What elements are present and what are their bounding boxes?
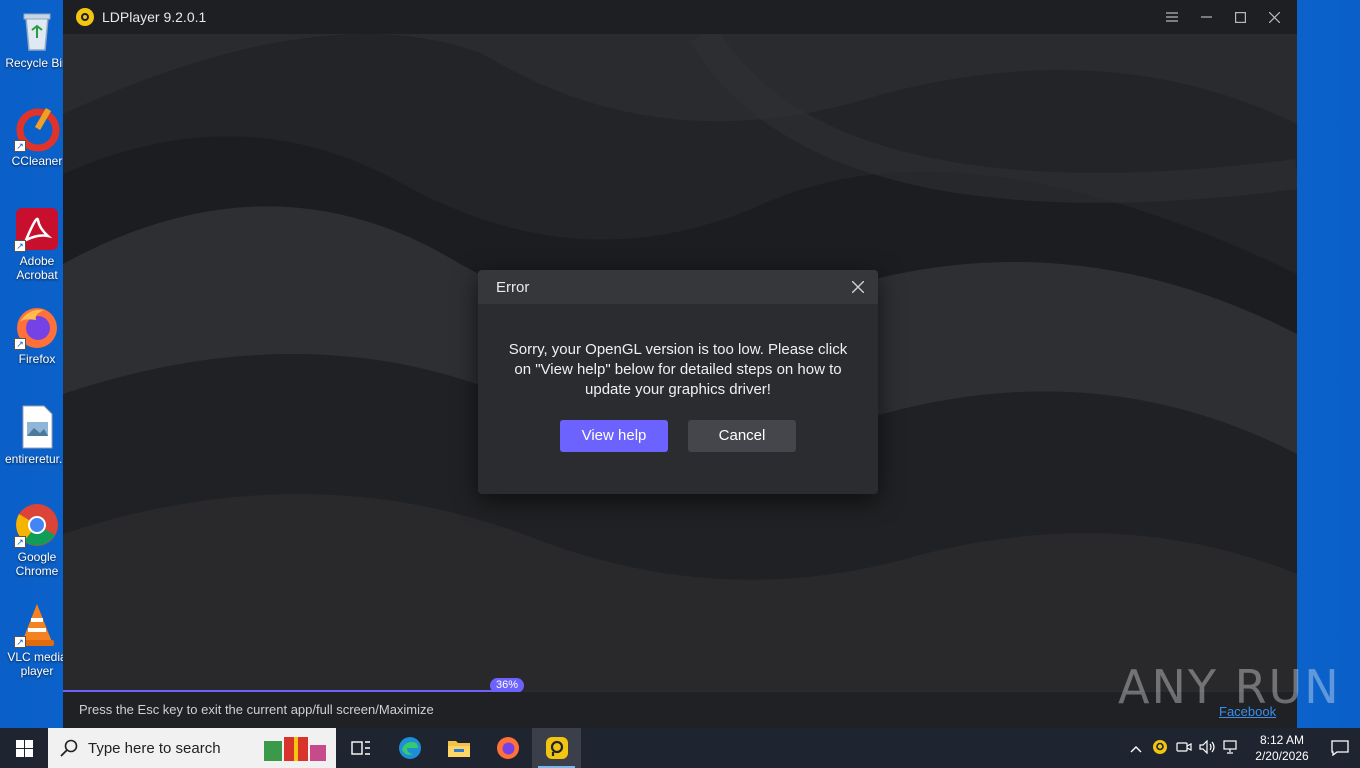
menu-icon[interactable] [1155,0,1189,34]
dialog-title: Error [496,278,530,296]
start-button[interactable] [0,728,48,768]
shortcut-arrow-icon: ↗ [14,240,26,252]
ldplayer-tray-icon[interactable] [1148,739,1172,758]
search-icon [60,739,78,757]
view-help-button[interactable]: View help [560,420,668,452]
shortcut-arrow-icon: ↗ [14,338,26,350]
taskbar: Type here to search 8:12 AM 2/20/2026 [0,728,1360,768]
desktop-icon-label: Google Chrome [15,550,59,578]
shortcut-arrow-icon: ↗ [14,536,26,548]
meet-now-icon[interactable] [1172,740,1196,757]
dialog-buttons: View help Cancel [478,420,878,452]
windows-logo-icon [15,739,33,757]
image-file-icon [14,404,60,450]
window-titlebar[interactable]: LDPlayer 9.2.0.1 [63,0,1297,34]
task-view-icon [350,741,370,755]
taskbar-task-view[interactable] [336,728,385,768]
ldplayer-logo-icon [76,8,94,26]
desktop-icon-label: Firefox [18,352,56,366]
taskbar-file-explorer[interactable] [434,728,483,768]
clock-date: 2/20/2026 [1255,749,1309,763]
desktop-icon-label: entireretur... [4,452,70,466]
facebook-link[interactable]: Facebook [1219,704,1276,719]
firefox-icon: ↗ [14,304,60,350]
taskbar-search-box[interactable]: Type here to search [48,728,336,768]
dialog-header: Error [478,270,878,304]
shortcut-arrow-icon: ↗ [14,140,26,152]
error-dialog: Error Sorry, your OpenGL version is too … [478,270,878,494]
chrome-icon: ↗ [14,502,60,548]
desktop-icon-label: Adobe Acrobat [16,254,58,282]
search-highlight-gifts-icon [264,737,326,761]
ldplayer-icon [545,737,568,759]
minimize-icon[interactable] [1189,0,1223,34]
desktop-icon-label: Recycle Bin [5,56,69,70]
taskbar-ldplayer[interactable] [532,728,581,768]
window-title: LDPlayer 9.2.0.1 [102,9,207,25]
system-tray: 8:12 AM 2/20/2026 [1124,728,1360,768]
search-placeholder: Type here to search [88,739,221,757]
cancel-button[interactable]: Cancel [688,420,796,452]
recycle-bin-icon [14,8,60,54]
taskbar-edge[interactable] [385,728,434,768]
ccleaner-icon: ↗ [14,106,60,152]
dialog-close-icon[interactable] [848,277,868,297]
status-hint-text: Press the Esc key to exit the current ap… [79,702,434,717]
dialog-message: Sorry, your OpenGL version is too low. P… [508,341,848,398]
notification-icon[interactable] [1320,740,1360,756]
clock-time: 8:12 AM [1259,733,1305,747]
taskbar-clock[interactable]: 8:12 AM 2/20/2026 [1244,732,1320,764]
ldplayer-window: LDPlayer 9.2.0.1 36% Press the Esc key t… [63,0,1297,728]
desktop-icon-label: VLC media player [7,650,67,678]
shortcut-arrow-icon: ↗ [14,636,26,648]
file-explorer-icon [447,741,470,757]
vlc-icon: ↗ [14,602,60,648]
network-icon[interactable] [1220,739,1244,757]
volume-icon[interactable] [1196,739,1220,757]
progress-percent-badge: 36% [490,678,524,693]
close-icon[interactable] [1257,0,1291,34]
status-hint-bar: Press the Esc key to exit the current ap… [63,692,1297,728]
window-controls [1155,0,1291,34]
desktop-icon-label: CCleaner [11,154,63,168]
acrobat-icon: ↗ [14,206,60,252]
firefox-icon [496,737,519,759]
chevron-up-icon[interactable] [1124,741,1148,756]
edge-icon [398,737,421,759]
taskbar-firefox[interactable] [483,728,532,768]
maximize-icon[interactable] [1223,0,1257,34]
